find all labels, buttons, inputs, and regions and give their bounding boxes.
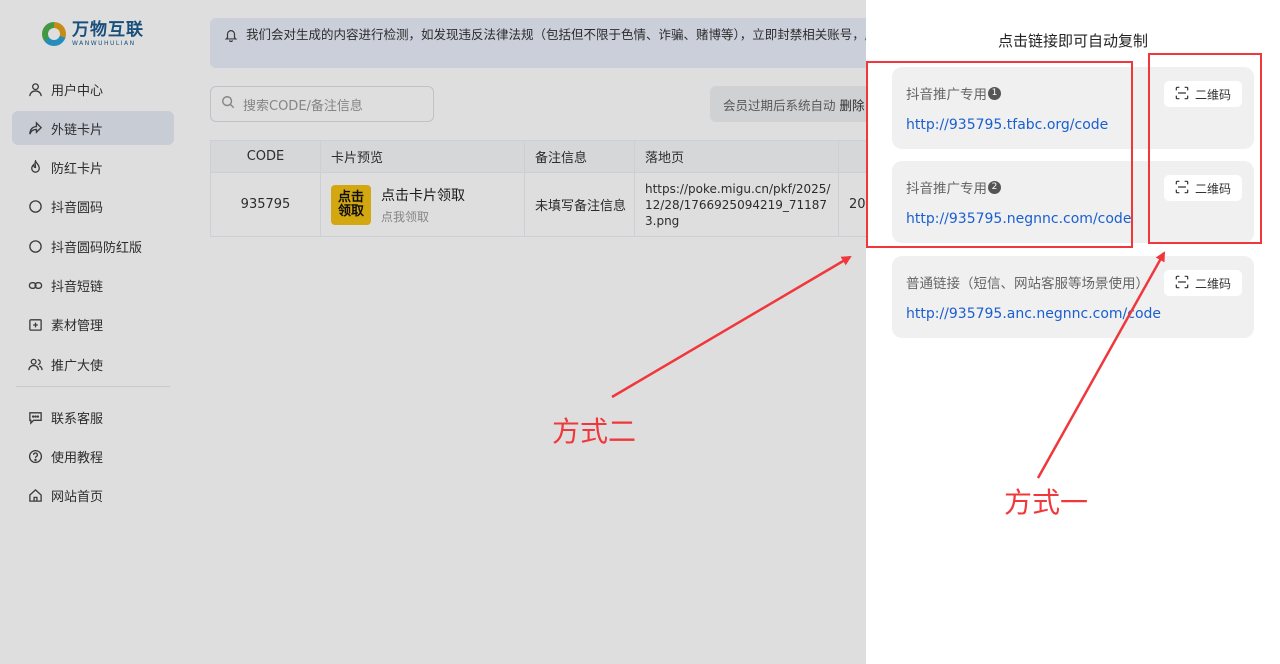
link-label: 普通链接（短信、网站客服等场景使用） <box>906 272 1149 292</box>
annotation-box-links <box>866 61 1133 248</box>
annotation-box-qr <box>1148 53 1262 244</box>
annotation-method2: 方式二 <box>552 415 637 448</box>
link-url[interactable]: http://935795.anc.negnnc.com/code <box>906 306 1161 322</box>
link-label-text: 普通链接（短信、网站客服等场景使用） <box>906 276 1149 292</box>
scan-icon <box>1175 275 1189 292</box>
annotation-method1: 方式一 <box>1004 486 1089 519</box>
link-card-normal: 普通链接（短信、网站客服等场景使用） http://935795.anc.neg… <box>892 256 1254 338</box>
modal-overlay[interactable] <box>0 0 866 664</box>
qr-code-label: 二维码 <box>1194 276 1231 291</box>
drawer-title: 点击链接即可自动复制 <box>997 32 1148 50</box>
qr-code-button[interactable]: 二维码 <box>1164 270 1242 296</box>
